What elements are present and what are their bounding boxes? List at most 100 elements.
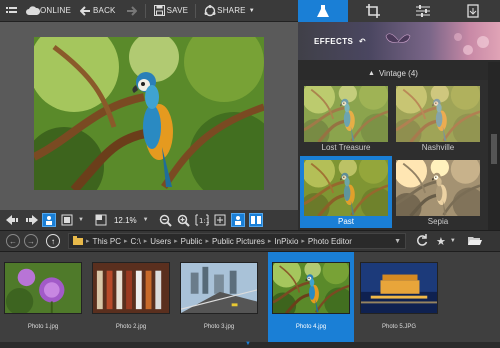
open-folder-icon — [467, 236, 482, 245]
film-label: Photo 4.jpg — [295, 324, 327, 330]
filmstrip: Photo 1.jpg Photo 2.jpg Photo 3.jpg Phot… — [0, 252, 500, 342]
online-button[interactable]: ONLINE — [22, 0, 75, 22]
breadcrumb-separator: ▸ — [143, 238, 148, 245]
effect-preview — [396, 160, 480, 216]
effects-title: EFFECTS ↶ — [314, 37, 366, 46]
collapse-filmstrip-icon[interactable]: ▼ — [245, 341, 251, 347]
open-folder-button[interactable] — [467, 235, 482, 248]
share-label: SHARE — [217, 6, 246, 15]
breadcrumb[interactable]: ▸ This PC ▸ C:\ ▸ Users ▸ Public ▸ Publi… — [68, 233, 406, 249]
film-label: Photo 5.JPG — [381, 324, 417, 330]
panel-tabs — [298, 0, 500, 22]
effect-sepia[interactable]: Sepia — [392, 156, 484, 228]
chevron-up-icon: ▲ — [368, 69, 375, 77]
effect-past[interactable]: Past — [300, 156, 392, 228]
actual-size-button[interactable]: 1:1 — [195, 213, 209, 227]
film-label: Photo 3.jpg — [203, 324, 235, 330]
folder-icon — [73, 235, 83, 247]
effect-preview — [304, 160, 388, 216]
arrow-left-icon — [6, 215, 18, 225]
back-nav-button[interactable]: ← — [6, 234, 20, 248]
save-icon — [153, 4, 167, 18]
tab-export[interactable] — [448, 0, 498, 22]
breadcrumb-item[interactable]: InPixio — [274, 237, 298, 246]
refresh-button[interactable] — [416, 234, 428, 248]
view-mode-button[interactable] — [60, 213, 74, 227]
breadcrumb-item[interactable]: Public — [181, 237, 203, 246]
zoom-out-icon — [159, 214, 172, 227]
folder-navigation: ← → ↑ ▸ This PC ▸ C:\ ▸ Users ▸ Public ▸… — [0, 230, 500, 252]
save-button[interactable]: SAVE — [149, 0, 193, 22]
film-label: Photo 2.jpg — [115, 324, 147, 330]
fit-window-button[interactable] — [213, 213, 227, 227]
breadcrumb-item[interactable]: Photo Editor — [308, 237, 352, 246]
refresh-icon — [417, 234, 428, 246]
zoom-out-button[interactable] — [159, 213, 173, 227]
thumbnail — [180, 262, 258, 314]
film-item[interactable]: Photo 5.JPG — [356, 252, 442, 342]
scrollbar-thumb[interactable] — [491, 134, 497, 164]
arrow-left-icon: ← — [9, 236, 17, 246]
favorite-button[interactable]: ★ — [436, 235, 446, 248]
effects-title-text: EFFECTS — [314, 37, 354, 46]
chevron-down-icon[interactable]: ▼ — [394, 238, 401, 245]
film-item[interactable]: Photo 1.jpg — [0, 252, 86, 342]
back-button[interactable]: BACK — [75, 0, 120, 22]
breadcrumb-item[interactable]: Users — [150, 237, 171, 246]
effect-label: Lost Treasure — [321, 143, 371, 152]
save-label: SAVE — [166, 6, 189, 15]
effect-group-header[interactable]: ▲ Vintage (4) — [298, 66, 488, 80]
compare-view-button[interactable] — [248, 213, 263, 227]
arrow-right-icon — [26, 215, 38, 225]
thumbnail — [272, 262, 350, 314]
film-item[interactable]: Photo 4.jpg — [268, 252, 354, 342]
split-view-icon — [250, 216, 261, 224]
zoom-in-icon — [177, 214, 190, 227]
menu-icon — [4, 4, 18, 18]
breadcrumb-separator: ▸ — [123, 238, 128, 245]
breadcrumb-item[interactable]: This PC — [93, 237, 121, 246]
single-view-button[interactable] — [230, 213, 245, 227]
up-nav-button[interactable]: ↑ — [46, 234, 60, 248]
effects-scrollbar[interactable] — [488, 62, 500, 230]
effect-label: Sepia — [427, 217, 449, 226]
redo-button[interactable] — [120, 0, 142, 22]
next-photo-button[interactable] — [24, 213, 38, 227]
chevron-down-icon[interactable]: ▼ — [450, 238, 456, 244]
effect-nashville[interactable]: Nashville — [392, 82, 484, 154]
tab-crop[interactable] — [348, 0, 398, 22]
film-item[interactable]: Photo 2.jpg — [88, 252, 174, 342]
effects-grid: Lost Treasure Nashville Past Sepia — [298, 80, 488, 230]
menu-button[interactable] — [0, 0, 22, 22]
chevron-down-icon[interactable]: ▼ — [78, 217, 84, 223]
tab-effects[interactable] — [298, 0, 348, 22]
grid-icon — [61, 214, 73, 226]
star-icon: ★ — [436, 235, 446, 248]
breadcrumb-item[interactable]: C:\ — [130, 237, 140, 246]
person-view-button[interactable] — [42, 213, 56, 227]
main-photo[interactable] — [34, 37, 264, 190]
tab-adjust[interactable] — [398, 0, 448, 22]
chevron-down-icon[interactable]: ▼ — [143, 217, 149, 223]
breadcrumb-separator: ▸ — [267, 238, 272, 245]
film-item[interactable]: Photo 3.jpg — [176, 252, 262, 342]
adjust-sliders-icon — [416, 5, 430, 17]
share-button[interactable]: SHARE ▼ — [199, 0, 259, 22]
one-to-one-icon: 1:1 — [195, 214, 209, 226]
breadcrumb-item[interactable]: Public Pictures — [212, 237, 265, 246]
zoom-in-button[interactable] — [177, 213, 191, 227]
undo-icon — [79, 4, 93, 18]
forward-nav-button[interactable]: → — [24, 234, 38, 248]
effect-preview — [396, 86, 480, 142]
redo-icon — [124, 4, 138, 18]
export-icon — [467, 4, 479, 18]
effect-lost-treasure[interactable]: Lost Treasure — [300, 82, 392, 154]
film-label: Photo 1.jpg — [27, 324, 59, 330]
previous-photo-button[interactable] — [6, 213, 20, 227]
reset-icon[interactable]: ↶ — [359, 37, 366, 46]
toolbar-divider — [195, 3, 197, 18]
effects-flask-icon — [317, 5, 329, 17]
fit-screen-button[interactable] — [94, 213, 108, 227]
thumbnail — [4, 262, 82, 314]
fit-icon — [214, 214, 226, 226]
